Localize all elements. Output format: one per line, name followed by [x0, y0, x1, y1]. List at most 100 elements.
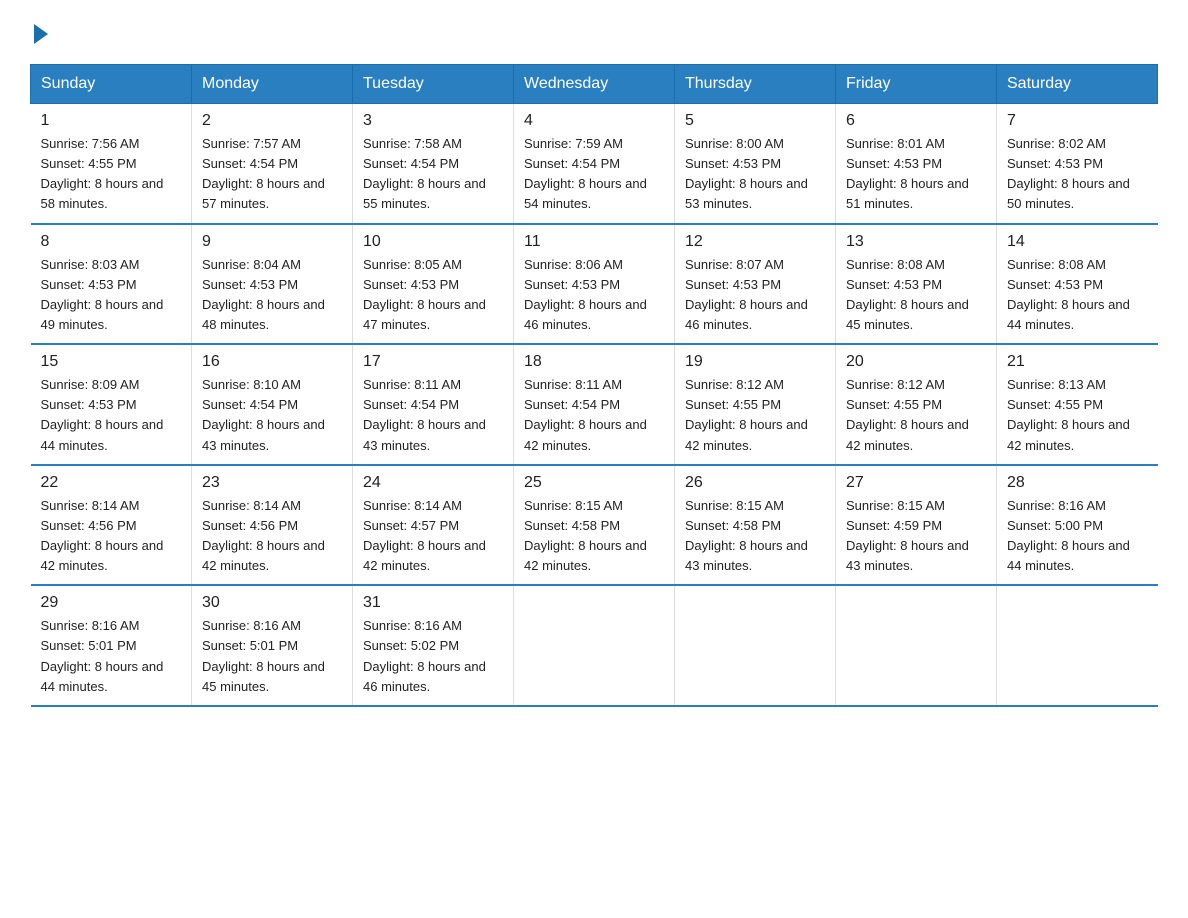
calendar-week-row: 8 Sunrise: 8:03 AM Sunset: 4:53 PM Dayli…	[31, 224, 1158, 345]
logo	[30, 20, 48, 44]
calendar-day-cell: 19 Sunrise: 8:12 AM Sunset: 4:55 PM Dayl…	[675, 344, 836, 465]
day-of-week-header: Saturday	[997, 65, 1158, 104]
day-number: 13	[846, 233, 986, 251]
calendar-header-row: SundayMondayTuesdayWednesdayThursdayFrid…	[31, 65, 1158, 104]
calendar-day-cell: 30 Sunrise: 8:16 AM Sunset: 5:01 PM Dayl…	[192, 585, 353, 706]
day-number: 15	[41, 353, 182, 371]
day-info: Sunrise: 8:03 AM Sunset: 4:53 PM Dayligh…	[41, 255, 182, 336]
day-info: Sunrise: 8:16 AM Sunset: 5:00 PM Dayligh…	[1007, 496, 1148, 577]
day-info: Sunrise: 8:00 AM Sunset: 4:53 PM Dayligh…	[685, 134, 825, 215]
day-info: Sunrise: 7:58 AM Sunset: 4:54 PM Dayligh…	[363, 134, 503, 215]
calendar-day-cell: 2 Sunrise: 7:57 AM Sunset: 4:54 PM Dayli…	[192, 104, 353, 224]
day-info: Sunrise: 8:15 AM Sunset: 4:58 PM Dayligh…	[685, 496, 825, 577]
day-info: Sunrise: 7:59 AM Sunset: 4:54 PM Dayligh…	[524, 134, 664, 215]
day-info: Sunrise: 8:15 AM Sunset: 4:59 PM Dayligh…	[846, 496, 986, 577]
day-number: 29	[41, 594, 182, 612]
day-info: Sunrise: 8:09 AM Sunset: 4:53 PM Dayligh…	[41, 375, 182, 456]
calendar-day-cell	[836, 585, 997, 706]
day-info: Sunrise: 8:05 AM Sunset: 4:53 PM Dayligh…	[363, 255, 503, 336]
day-number: 23	[202, 474, 342, 492]
calendar-week-row: 29 Sunrise: 8:16 AM Sunset: 5:01 PM Dayl…	[31, 585, 1158, 706]
day-number: 1	[41, 112, 182, 130]
calendar-day-cell: 22 Sunrise: 8:14 AM Sunset: 4:56 PM Dayl…	[31, 465, 192, 586]
day-number: 14	[1007, 233, 1148, 251]
day-number: 27	[846, 474, 986, 492]
day-info: Sunrise: 8:08 AM Sunset: 4:53 PM Dayligh…	[1007, 255, 1148, 336]
day-number: 10	[363, 233, 503, 251]
day-info: Sunrise: 8:11 AM Sunset: 4:54 PM Dayligh…	[524, 375, 664, 456]
calendar-table: SundayMondayTuesdayWednesdayThursdayFrid…	[30, 64, 1158, 707]
calendar-day-cell	[514, 585, 675, 706]
calendar-day-cell: 29 Sunrise: 8:16 AM Sunset: 5:01 PM Dayl…	[31, 585, 192, 706]
calendar-day-cell: 16 Sunrise: 8:10 AM Sunset: 4:54 PM Dayl…	[192, 344, 353, 465]
day-info: Sunrise: 8:06 AM Sunset: 4:53 PM Dayligh…	[524, 255, 664, 336]
day-number: 30	[202, 594, 342, 612]
calendar-day-cell: 20 Sunrise: 8:12 AM Sunset: 4:55 PM Dayl…	[836, 344, 997, 465]
calendar-day-cell: 1 Sunrise: 7:56 AM Sunset: 4:55 PM Dayli…	[31, 104, 192, 224]
calendar-day-cell: 10 Sunrise: 8:05 AM Sunset: 4:53 PM Dayl…	[353, 224, 514, 345]
calendar-day-cell: 6 Sunrise: 8:01 AM Sunset: 4:53 PM Dayli…	[836, 104, 997, 224]
calendar-week-row: 15 Sunrise: 8:09 AM Sunset: 4:53 PM Dayl…	[31, 344, 1158, 465]
day-info: Sunrise: 8:11 AM Sunset: 4:54 PM Dayligh…	[363, 375, 503, 456]
day-number: 20	[846, 353, 986, 371]
day-info: Sunrise: 8:01 AM Sunset: 4:53 PM Dayligh…	[846, 134, 986, 215]
day-number: 8	[41, 233, 182, 251]
day-number: 2	[202, 112, 342, 130]
day-number: 17	[363, 353, 503, 371]
day-number: 24	[363, 474, 503, 492]
calendar-day-cell: 24 Sunrise: 8:14 AM Sunset: 4:57 PM Dayl…	[353, 465, 514, 586]
day-number: 3	[363, 112, 503, 130]
day-number: 16	[202, 353, 342, 371]
day-number: 25	[524, 474, 664, 492]
day-of-week-header: Thursday	[675, 65, 836, 104]
calendar-day-cell: 14 Sunrise: 8:08 AM Sunset: 4:53 PM Dayl…	[997, 224, 1158, 345]
logo-arrow-icon	[34, 24, 48, 44]
day-number: 6	[846, 112, 986, 130]
calendar-day-cell: 31 Sunrise: 8:16 AM Sunset: 5:02 PM Dayl…	[353, 585, 514, 706]
day-info: Sunrise: 8:10 AM Sunset: 4:54 PM Dayligh…	[202, 375, 342, 456]
calendar-week-row: 1 Sunrise: 7:56 AM Sunset: 4:55 PM Dayli…	[31, 104, 1158, 224]
calendar-day-cell: 21 Sunrise: 8:13 AM Sunset: 4:55 PM Dayl…	[997, 344, 1158, 465]
day-number: 12	[685, 233, 825, 251]
calendar-day-cell: 5 Sunrise: 8:00 AM Sunset: 4:53 PM Dayli…	[675, 104, 836, 224]
day-info: Sunrise: 8:15 AM Sunset: 4:58 PM Dayligh…	[524, 496, 664, 577]
day-of-week-header: Sunday	[31, 65, 192, 104]
day-info: Sunrise: 8:13 AM Sunset: 4:55 PM Dayligh…	[1007, 375, 1148, 456]
calendar-week-row: 22 Sunrise: 8:14 AM Sunset: 4:56 PM Dayl…	[31, 465, 1158, 586]
day-info: Sunrise: 7:56 AM Sunset: 4:55 PM Dayligh…	[41, 134, 182, 215]
calendar-day-cell: 28 Sunrise: 8:16 AM Sunset: 5:00 PM Dayl…	[997, 465, 1158, 586]
day-info: Sunrise: 8:08 AM Sunset: 4:53 PM Dayligh…	[846, 255, 986, 336]
calendar-day-cell: 17 Sunrise: 8:11 AM Sunset: 4:54 PM Dayl…	[353, 344, 514, 465]
calendar-day-cell: 8 Sunrise: 8:03 AM Sunset: 4:53 PM Dayli…	[31, 224, 192, 345]
day-info: Sunrise: 8:16 AM Sunset: 5:01 PM Dayligh…	[41, 616, 182, 697]
calendar-day-cell: 9 Sunrise: 8:04 AM Sunset: 4:53 PM Dayli…	[192, 224, 353, 345]
day-info: Sunrise: 8:04 AM Sunset: 4:53 PM Dayligh…	[202, 255, 342, 336]
calendar-day-cell: 4 Sunrise: 7:59 AM Sunset: 4:54 PM Dayli…	[514, 104, 675, 224]
calendar-day-cell: 12 Sunrise: 8:07 AM Sunset: 4:53 PM Dayl…	[675, 224, 836, 345]
calendar-day-cell: 25 Sunrise: 8:15 AM Sunset: 4:58 PM Dayl…	[514, 465, 675, 586]
day-of-week-header: Tuesday	[353, 65, 514, 104]
day-info: Sunrise: 8:07 AM Sunset: 4:53 PM Dayligh…	[685, 255, 825, 336]
calendar-day-cell	[997, 585, 1158, 706]
day-number: 11	[524, 233, 664, 251]
calendar-day-cell: 15 Sunrise: 8:09 AM Sunset: 4:53 PM Dayl…	[31, 344, 192, 465]
day-number: 5	[685, 112, 825, 130]
calendar-day-cell: 7 Sunrise: 8:02 AM Sunset: 4:53 PM Dayli…	[997, 104, 1158, 224]
calendar-day-cell: 3 Sunrise: 7:58 AM Sunset: 4:54 PM Dayli…	[353, 104, 514, 224]
day-number: 4	[524, 112, 664, 130]
day-info: Sunrise: 8:14 AM Sunset: 4:57 PM Dayligh…	[363, 496, 503, 577]
day-info: Sunrise: 8:14 AM Sunset: 4:56 PM Dayligh…	[41, 496, 182, 577]
day-info: Sunrise: 7:57 AM Sunset: 4:54 PM Dayligh…	[202, 134, 342, 215]
day-of-week-header: Wednesday	[514, 65, 675, 104]
day-number: 18	[524, 353, 664, 371]
calendar-day-cell: 11 Sunrise: 8:06 AM Sunset: 4:53 PM Dayl…	[514, 224, 675, 345]
day-number: 22	[41, 474, 182, 492]
day-of-week-header: Monday	[192, 65, 353, 104]
day-info: Sunrise: 8:02 AM Sunset: 4:53 PM Dayligh…	[1007, 134, 1148, 215]
calendar-day-cell: 18 Sunrise: 8:11 AM Sunset: 4:54 PM Dayl…	[514, 344, 675, 465]
day-info: Sunrise: 8:16 AM Sunset: 5:02 PM Dayligh…	[363, 616, 503, 697]
calendar-day-cell: 23 Sunrise: 8:14 AM Sunset: 4:56 PM Dayl…	[192, 465, 353, 586]
day-info: Sunrise: 8:12 AM Sunset: 4:55 PM Dayligh…	[846, 375, 986, 456]
day-number: 9	[202, 233, 342, 251]
day-number: 19	[685, 353, 825, 371]
